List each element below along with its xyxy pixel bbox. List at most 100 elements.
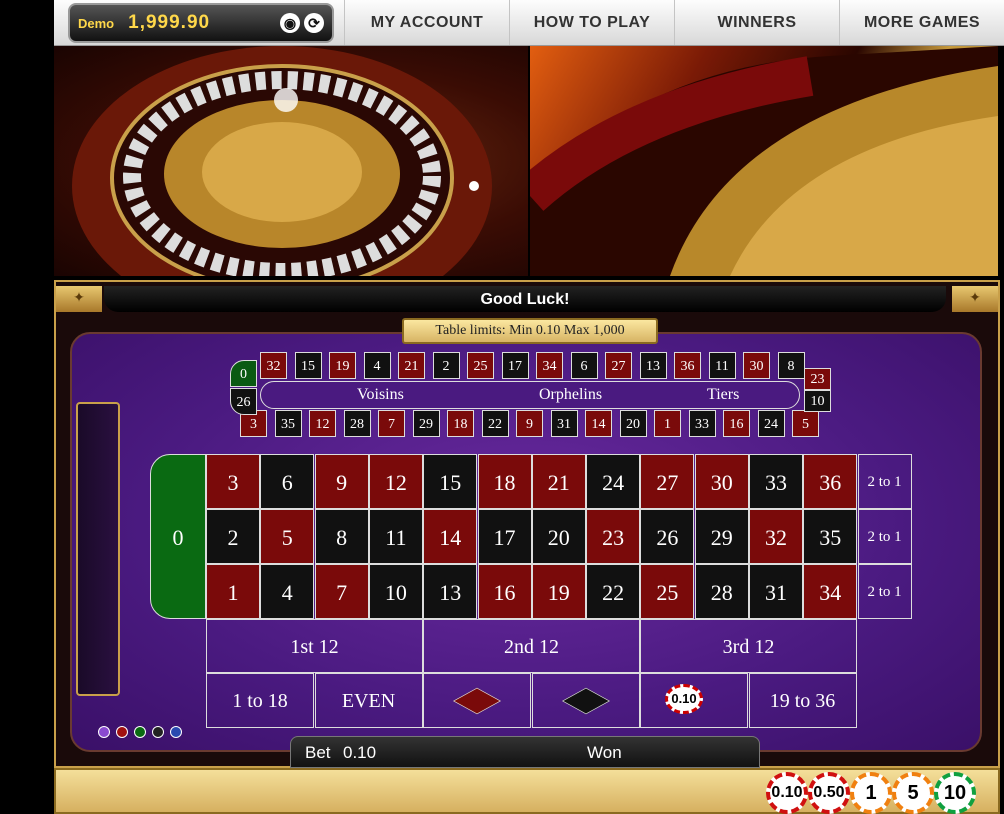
- color-dot-red[interactable]: [116, 726, 128, 738]
- outside-bet-cell[interactable]: 1 to 18: [206, 673, 314, 728]
- racetrack-number[interactable]: 24: [757, 410, 785, 437]
- racetrack-number[interactable]: 29: [412, 410, 440, 437]
- number-cell[interactable]: 2: [206, 509, 260, 564]
- number-cell[interactable]: 6: [260, 454, 315, 509]
- racetrack-number[interactable]: 1: [654, 410, 681, 437]
- racetrack-number[interactable]: 18: [447, 410, 474, 437]
- number-cell[interactable]: 19: [531, 564, 586, 619]
- number-cell[interactable]: 24: [586, 454, 641, 509]
- number-cell[interactable]: 31: [749, 564, 803, 619]
- racetrack-number[interactable]: 8: [777, 352, 805, 379]
- number-cell[interactable]: 18: [477, 454, 532, 509]
- racetrack-number[interactable]: 25: [467, 352, 494, 379]
- number-cell[interactable]: 13: [423, 564, 478, 619]
- racetrack-number[interactable]: 4: [363, 352, 391, 379]
- chip-button[interactable]: 5: [892, 772, 934, 814]
- odd-bet-cell[interactable]: D0.10: [640, 673, 748, 728]
- number-cell[interactable]: 32: [749, 509, 803, 564]
- racetrack-number[interactable]: 12: [309, 410, 336, 437]
- number-cell[interactable]: 33: [749, 454, 803, 509]
- racetrack-number[interactable]: 21: [398, 352, 425, 379]
- number-cell[interactable]: 16: [477, 564, 532, 619]
- number-cell[interactable]: 7: [314, 564, 369, 619]
- outside-bet-cell[interactable]: EVEN: [314, 673, 423, 728]
- racetrack-number[interactable]: 14: [585, 410, 612, 437]
- color-dot-blue[interactable]: [170, 726, 182, 738]
- nav-my-account[interactable]: MY ACCOUNT: [344, 0, 509, 45]
- racetrack-number[interactable]: 16: [723, 410, 750, 437]
- racetrack-number[interactable]: 11: [708, 352, 736, 379]
- number-cell[interactable]: 29: [694, 509, 749, 564]
- number-cell[interactable]: 12: [368, 454, 423, 509]
- racetrack-label-orphelins[interactable]: Orphelins: [539, 386, 602, 404]
- racetrack-number[interactable]: 9: [516, 410, 543, 437]
- number-cell[interactable]: 8: [314, 509, 369, 564]
- number-cell[interactable]: 14: [423, 509, 478, 564]
- number-cell[interactable]: 15: [423, 454, 478, 509]
- racetrack-number[interactable]: 19: [329, 352, 356, 379]
- racetrack-number[interactable]: 27: [605, 352, 632, 379]
- racetrack-label-voisins[interactable]: Voisins: [357, 386, 404, 404]
- refresh-icon[interactable]: ⟳: [304, 13, 324, 33]
- racetrack-number[interactable]: 35: [274, 410, 302, 437]
- racetrack-number[interactable]: 31: [550, 410, 578, 437]
- nav-how-to-play[interactable]: HOW TO PLAY: [509, 0, 674, 45]
- number-cell[interactable]: 36: [803, 454, 858, 509]
- racetrack-number[interactable]: 0: [230, 360, 257, 387]
- black-bet-cell[interactable]: [531, 673, 640, 728]
- eye-icon[interactable]: ◉: [280, 13, 300, 33]
- number-cell[interactable]: 21: [531, 454, 586, 509]
- racetrack-number[interactable]: 13: [639, 352, 667, 379]
- nav-more-games[interactable]: MORE GAMES: [839, 0, 1004, 45]
- racetrack-number[interactable]: 22: [481, 410, 509, 437]
- number-cell[interactable]: 34: [803, 564, 858, 619]
- number-cell[interactable]: 10: [368, 564, 423, 619]
- number-cell[interactable]: 27: [640, 454, 695, 509]
- dozen-bet-cell[interactable]: 1st 12: [206, 619, 423, 673]
- dozen-bet-cell[interactable]: 2nd 12: [423, 619, 640, 673]
- number-cell[interactable]: 25: [640, 564, 695, 619]
- placed-chip[interactable]: 0.10: [665, 684, 703, 714]
- number-cell[interactable]: 28: [694, 564, 749, 619]
- number-cell[interactable]: 20: [531, 509, 586, 564]
- racetrack-number[interactable]: 5: [792, 410, 819, 437]
- number-cell[interactable]: 9: [314, 454, 369, 509]
- number-cell[interactable]: 35: [803, 509, 858, 564]
- color-dot-purple[interactable]: [98, 726, 110, 738]
- column-bet-cell[interactable]: 2 to 1: [857, 509, 912, 564]
- racetrack-number[interactable]: 10: [804, 390, 831, 412]
- racetrack-number[interactable]: 28: [343, 410, 371, 437]
- number-cell[interactable]: 26: [640, 509, 695, 564]
- column-bet-cell[interactable]: 2 to 1: [857, 454, 912, 509]
- outside-bet-cell[interactable]: 19 to 36: [748, 673, 857, 728]
- racetrack-number[interactable]: 7: [378, 410, 405, 437]
- racetrack-number[interactable]: 36: [674, 352, 701, 379]
- chip-button[interactable]: 1: [850, 772, 892, 814]
- racetrack-number[interactable]: 33: [688, 410, 716, 437]
- number-cell[interactable]: 30: [694, 454, 749, 509]
- number-cell[interactable]: 17: [477, 509, 532, 564]
- nav-winners[interactable]: WINNERS: [674, 0, 839, 45]
- racetrack-number[interactable]: 15: [294, 352, 322, 379]
- number-cell[interactable]: 23: [586, 509, 641, 564]
- red-bet-cell[interactable]: [423, 673, 531, 728]
- racetrack-number[interactable]: 32: [260, 352, 287, 379]
- number-cell[interactable]: 11: [368, 509, 423, 564]
- chip-button[interactable]: 10: [934, 772, 976, 814]
- dozen-bet-cell[interactable]: 3rd 12: [640, 619, 857, 673]
- number-cell[interactable]: 4: [260, 564, 315, 619]
- number-cell[interactable]: 1: [206, 564, 260, 619]
- racetrack-label-tiers[interactable]: Tiers: [707, 386, 739, 404]
- racetrack-number[interactable]: 23: [804, 368, 831, 390]
- number-cell-zero[interactable]: 0: [150, 454, 206, 619]
- racetrack-number[interactable]: 17: [501, 352, 529, 379]
- number-cell[interactable]: 5: [260, 509, 315, 564]
- racetrack-number[interactable]: 30: [743, 352, 770, 379]
- racetrack-number[interactable]: 6: [570, 352, 598, 379]
- chip-button[interactable]: 0.10: [766, 772, 808, 814]
- color-dot-black[interactable]: [152, 726, 164, 738]
- chip-button[interactable]: 0.50: [808, 772, 850, 814]
- racetrack-number[interactable]: 20: [619, 410, 647, 437]
- racetrack-number[interactable]: 26: [230, 388, 257, 415]
- number-cell[interactable]: 22: [586, 564, 641, 619]
